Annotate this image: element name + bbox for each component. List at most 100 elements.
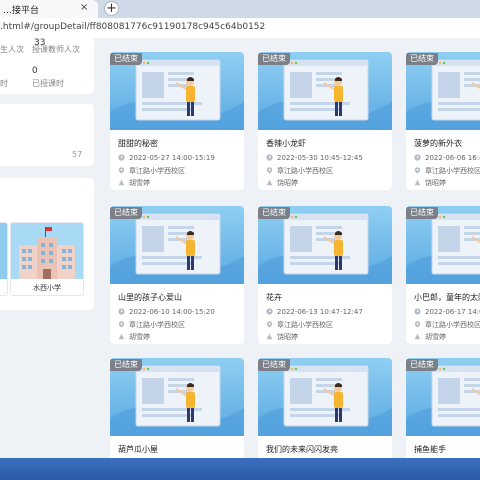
- course-time-text: 2022-05-27 14:00-15:19: [129, 154, 215, 162]
- location-pin-icon: [266, 321, 277, 329]
- status-badge: 已结束: [110, 53, 142, 65]
- course-school: 章江路小学西校区: [266, 166, 333, 176]
- course-card[interactable]: 已结束 香辣小龙虾 2022-05-30 10:45-12:45 章江路小学西校…: [258, 52, 392, 190]
- url-text[interactable]: .html#/groupDetail/ff808081776c91190178c…: [0, 22, 265, 32]
- course-school-text: 章江路小学西校区: [277, 321, 333, 329]
- taskbar: [0, 458, 480, 480]
- school-card[interactable]: 水西小学: [10, 222, 84, 296]
- course-title[interactable]: 小巴郎，童年的太阳: [414, 292, 480, 303]
- address-bar[interactable]: .html#/groupDetail/ff808081776c91190178c…: [0, 18, 480, 39]
- browser-tab[interactable]: …接平台 ×: [0, 0, 98, 18]
- course-time: 2022-06-06 16:40: [414, 154, 480, 162]
- person-icon: [118, 179, 129, 187]
- course-card[interactable]: 已结束 菠萝的新外衣 2022-06-06 16:40 章江路小学西校区 饶昭婷: [406, 52, 480, 190]
- course-card[interactable]: 已结束 我们的未来闪闪发亮: [258, 358, 392, 458]
- location-pin-icon: [118, 167, 129, 175]
- clock-icon: [266, 308, 277, 316]
- course-school-text: 章江路小学西校区: [425, 321, 480, 329]
- course-teacher-text: 饶昭婷: [425, 179, 446, 187]
- status-badge: 已结束: [110, 207, 142, 219]
- course-teacher: 饶昭婷: [266, 332, 298, 342]
- course-time: 2022-06-13 10:47-12:47: [266, 308, 363, 316]
- course-school: 章江路小学西校区: [414, 166, 480, 176]
- status-badge: 已结束: [406, 359, 438, 371]
- course-title[interactable]: 捕鱼能手: [414, 444, 446, 455]
- course-time: 2022-06-10 14:00-15:20: [118, 308, 215, 316]
- course-time: 2022-05-27 14:00-15:19: [118, 154, 215, 162]
- course-title[interactable]: 葫芦瓜小屋: [118, 444, 158, 455]
- stats-panel: 33 生人次 授课教师人次 0 时 已授课时: [0, 38, 94, 94]
- page-viewport: 33 生人次 授课教师人次 0 时 已授课时 57 水西小学 已结束 甜甜的秘密…: [0, 38, 480, 458]
- schools-panel: 水西小学: [0, 178, 94, 310]
- course-teacher-text: 饶昭婷: [277, 179, 298, 187]
- course-title[interactable]: 香辣小龙虾: [266, 138, 306, 149]
- course-time-text: 2022-05-30 10:45-12:45: [277, 154, 363, 162]
- stat-label: 已授课时: [32, 79, 64, 88]
- clock-icon: [266, 154, 277, 162]
- course-title[interactable]: 我们的未来闪闪发亮: [266, 444, 338, 455]
- school-card[interactable]: [0, 222, 8, 296]
- course-card[interactable]: 已结束 葫芦瓜小屋: [110, 358, 244, 458]
- person-icon: [266, 179, 277, 187]
- status-badge: 已结束: [258, 207, 290, 219]
- clock-icon: [118, 308, 129, 316]
- course-time-text: 2022-06-06 16:40: [425, 154, 480, 162]
- course-teacher-text: 胡雪婷: [425, 333, 446, 341]
- stat-label: 生人次: [0, 45, 24, 54]
- clock-icon: [414, 154, 425, 162]
- course-school-text: 章江路小学西校区: [129, 321, 185, 329]
- course-title[interactable]: 甜甜的秘密: [118, 138, 158, 149]
- course-school: 章江路小学西校区: [414, 320, 480, 330]
- person-icon: [414, 333, 425, 341]
- clock-icon: [414, 308, 425, 316]
- course-card[interactable]: 已结束 小巴郎，童年的太阳 2022-06-17 14:00 章江路小学西校区 …: [406, 206, 480, 344]
- course-card[interactable]: 已结束 山里的孩子心爱山 2022-06-10 14:00-15:20 章江路小…: [110, 206, 244, 344]
- course-teacher: 胡雪婷: [118, 178, 150, 188]
- course-teacher: 饶昭婷: [414, 178, 446, 188]
- status-badge: 已结束: [406, 53, 438, 65]
- course-card[interactable]: 已结束 花卉 2022-06-13 10:47-12:47 章江路小学西校区 饶…: [258, 206, 392, 344]
- course-school-text: 章江路小学西校区: [129, 167, 185, 175]
- course-school-text: 章江路小学西校区: [277, 167, 333, 175]
- course-teacher-text: 胡雪婷: [129, 179, 150, 187]
- info-panel: 57: [0, 104, 94, 166]
- course-title[interactable]: 菠萝的新外衣: [414, 138, 462, 149]
- course-card[interactable]: 已结束 甜甜的秘密 2022-05-27 14:00-15:19 章江路小学西校…: [110, 52, 244, 190]
- course-school-text: 章江路小学西校区: [425, 167, 480, 175]
- status-badge: 已结束: [406, 207, 438, 219]
- course-school: 章江路小学西校区: [118, 320, 185, 330]
- status-badge: 已结束: [258, 359, 290, 371]
- status-badge: 已结束: [258, 53, 290, 65]
- course-teacher: 饶昭婷: [266, 178, 298, 188]
- close-tab-icon[interactable]: ×: [80, 2, 88, 13]
- location-pin-icon: [118, 321, 129, 329]
- location-pin-icon: [414, 167, 425, 175]
- tab-bar: …接平台 × +: [0, 0, 480, 18]
- clock-icon: [118, 154, 129, 162]
- course-time: 2022-05-30 10:45-12:45: [266, 154, 363, 162]
- location-pin-icon: [414, 321, 425, 329]
- stat-label: 授课教师人次: [32, 45, 80, 54]
- school-image: [0, 223, 7, 279]
- person-icon: [414, 179, 425, 187]
- count-value: 57: [72, 150, 83, 159]
- stat-value: 0: [32, 66, 38, 76]
- person-icon: [118, 333, 129, 341]
- course-time-text: 2022-06-17 14:00: [425, 308, 480, 316]
- course-title[interactable]: 花卉: [266, 292, 282, 303]
- new-tab-button[interactable]: +: [104, 1, 119, 16]
- tab-title: …接平台: [3, 6, 40, 16]
- stat-label: 时: [0, 79, 8, 88]
- location-pin-icon: [266, 167, 277, 175]
- school-name: 水西小学: [33, 284, 61, 292]
- course-card[interactable]: 已结束 捕鱼能手: [406, 358, 480, 458]
- school-building-image: [11, 223, 83, 279]
- status-badge: 已结束: [110, 359, 142, 371]
- course-teacher-text: 胡雪婷: [129, 333, 150, 341]
- course-time-text: 2022-06-13 10:47-12:47: [277, 308, 363, 316]
- course-teacher: 胡雪婷: [118, 332, 150, 342]
- course-time: 2022-06-17 14:00: [414, 308, 480, 316]
- course-title[interactable]: 山里的孩子心爱山: [118, 292, 182, 303]
- course-teacher: 胡雪婷: [414, 332, 446, 342]
- course-school: 章江路小学西校区: [118, 166, 185, 176]
